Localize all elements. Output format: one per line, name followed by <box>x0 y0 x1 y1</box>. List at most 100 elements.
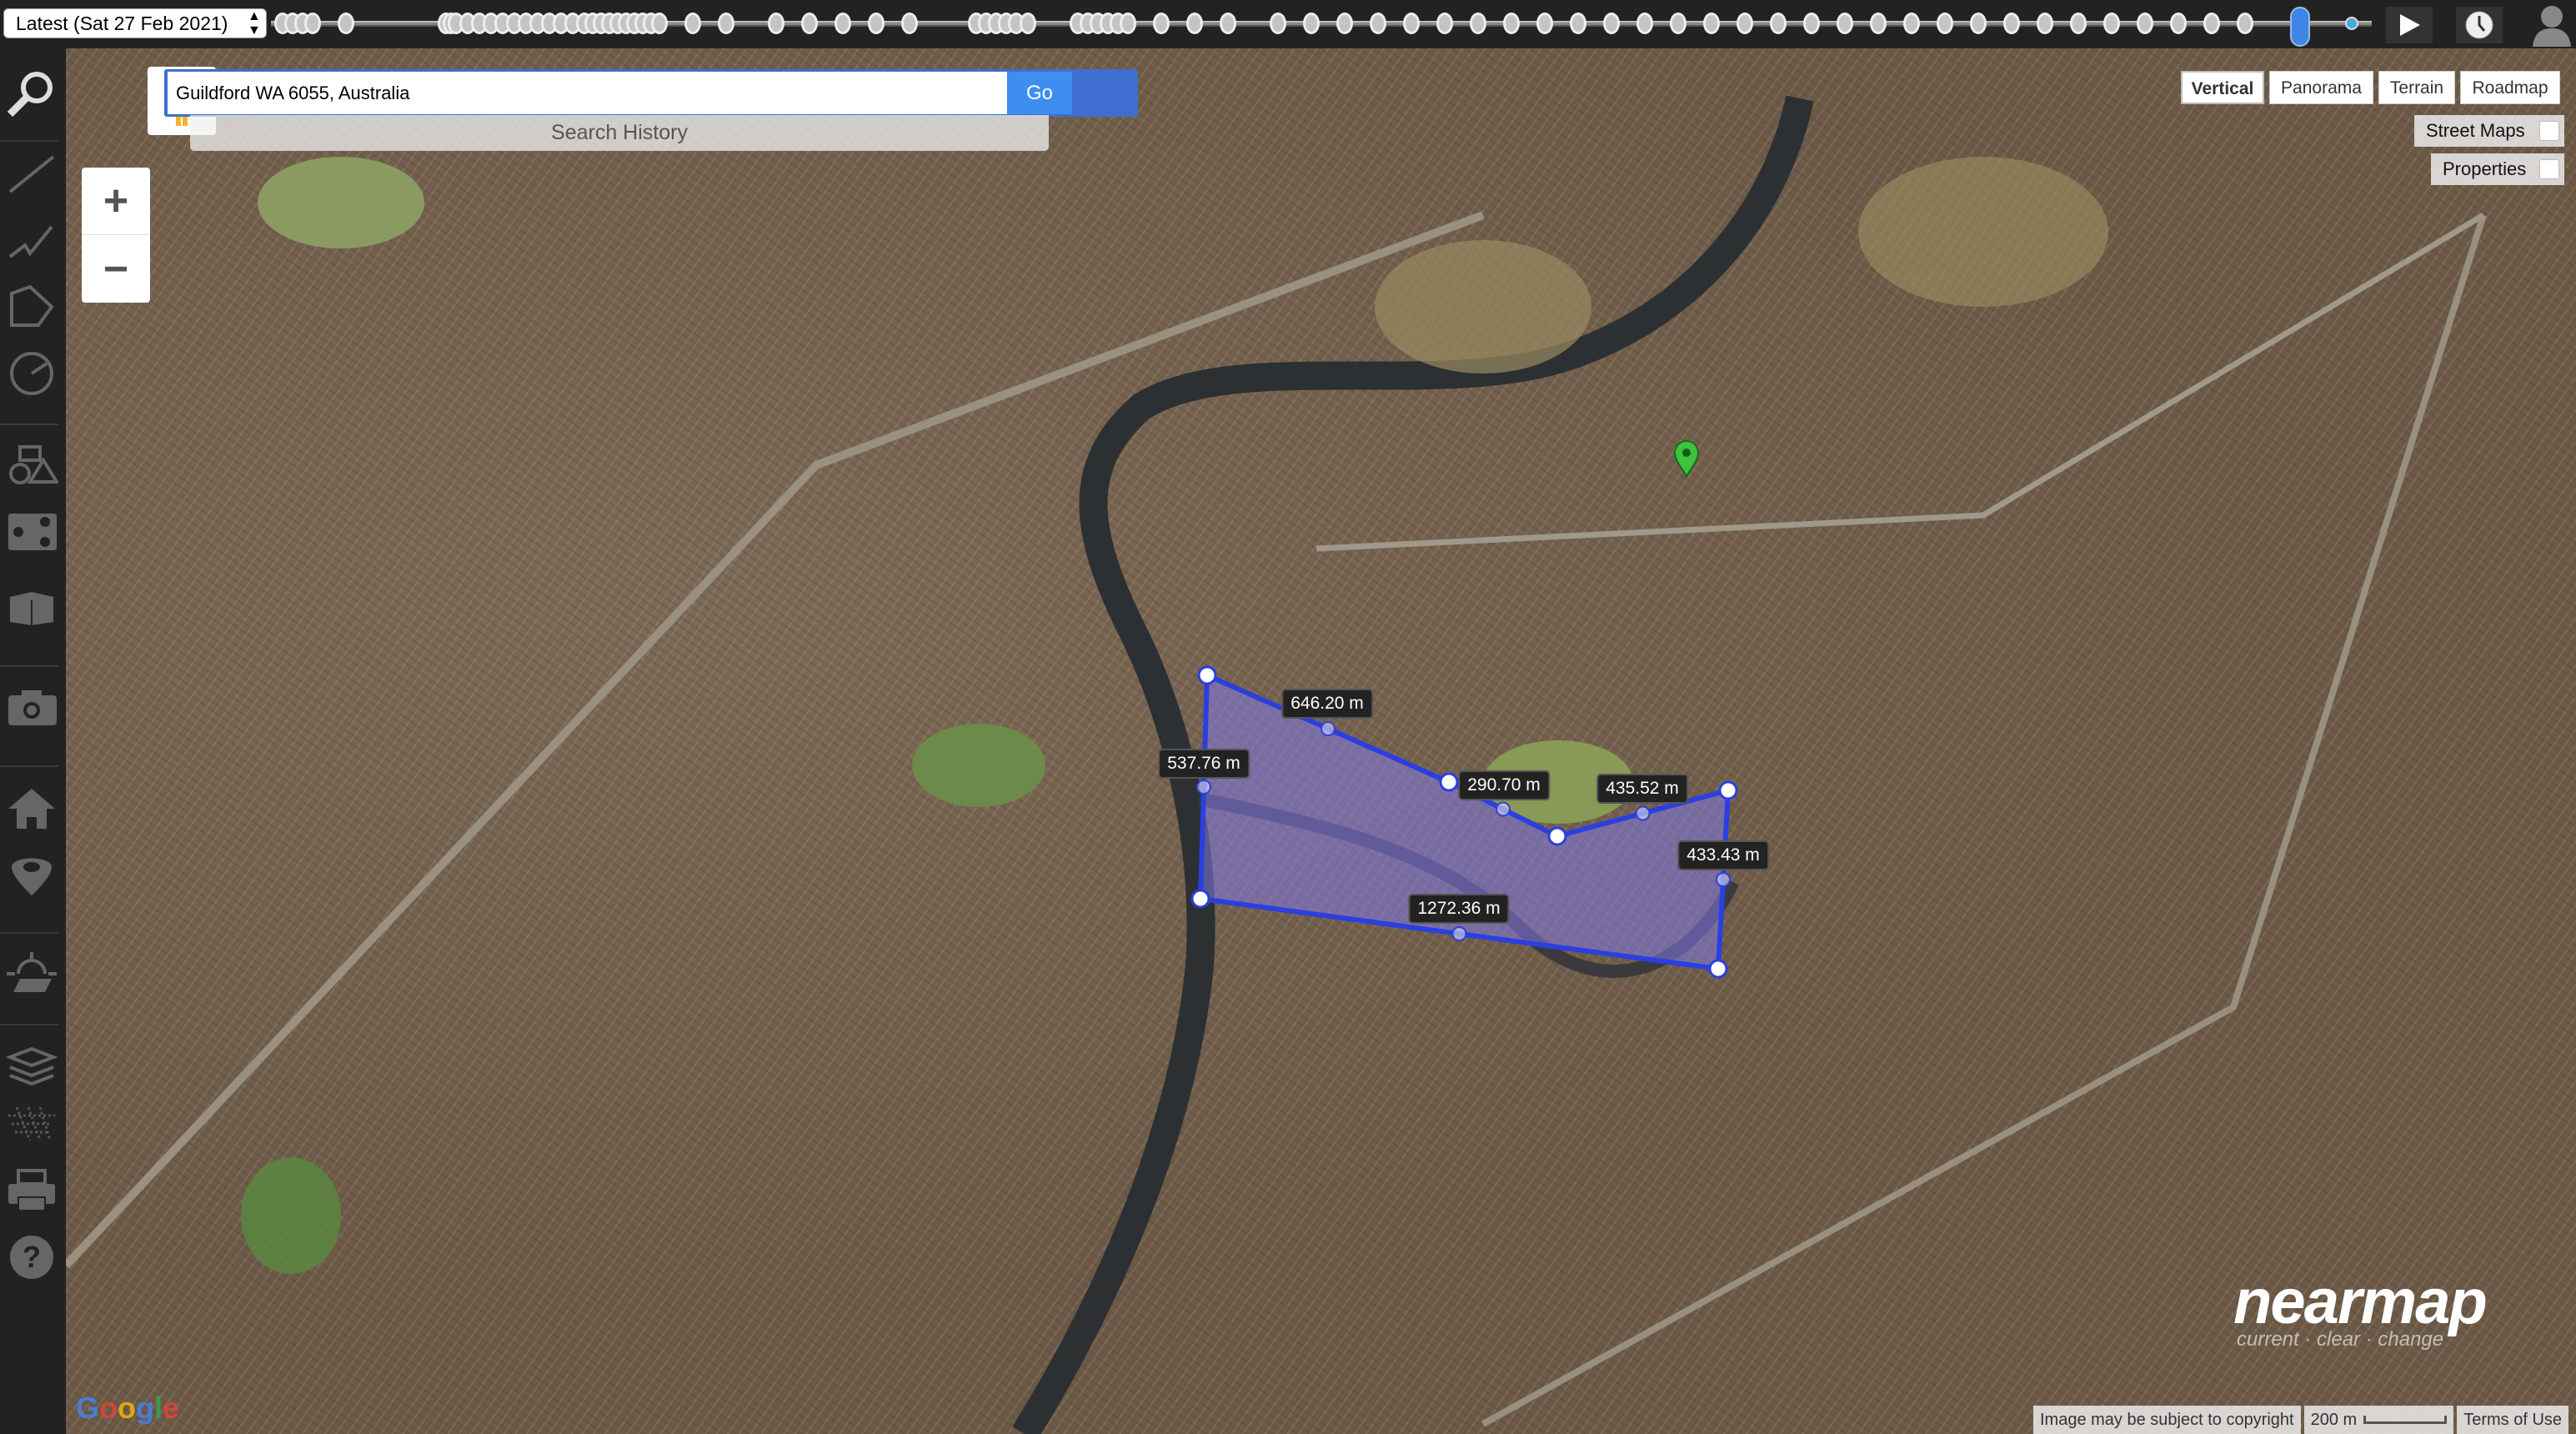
user-icon[interactable] <box>2529 3 2574 47</box>
tool-share[interactable] <box>5 507 58 557</box>
polygon-vertex-handle[interactable] <box>1439 772 1459 792</box>
zoom-in-button[interactable]: + <box>82 168 150 235</box>
timeline-capture-dot[interactable] <box>651 13 668 34</box>
tool-print[interactable] <box>5 1166 58 1216</box>
play-button[interactable] <box>2386 7 2433 43</box>
segment-midpoint-handle[interactable] <box>1496 801 1511 817</box>
timeline-capture-dot[interactable] <box>1303 13 1320 34</box>
timeline-capture-dot[interactable] <box>768 13 784 34</box>
timeline-capture-dot[interactable] <box>2203 13 2220 34</box>
segment-midpoint-handle[interactable] <box>1635 805 1651 821</box>
segment-midpoint-handle[interactable] <box>1196 780 1211 795</box>
timeline-capture-dot[interactable] <box>1603 13 1620 34</box>
timeline-capture-dot[interactable] <box>1403 13 1420 34</box>
tool-home[interactable] <box>5 782 58 832</box>
tool-3d-box[interactable] <box>5 582 58 632</box>
polygon-vertex-handle[interactable] <box>1197 665 1217 685</box>
timeline-capture-dot[interactable] <box>1970 13 1987 34</box>
polygon-vertex-handle[interactable] <box>1190 889 1210 909</box>
timeline-capture-dot[interactable] <box>1220 13 1236 34</box>
tool-grid[interactable] <box>5 1099 58 1149</box>
street-maps-checkbox[interactable] <box>2539 121 2559 141</box>
tool-search[interactable] <box>5 69 58 119</box>
street-maps-toggle[interactable]: Street Maps <box>2414 115 2564 147</box>
timeline-capture-dot[interactable] <box>1770 13 1787 34</box>
timeline-capture-dot[interactable] <box>1737 13 1753 34</box>
tool-radius[interactable] <box>5 348 58 399</box>
date-select[interactable]: Latest (Sat 27 Feb 2021) ▲ ▼ <box>3 8 267 38</box>
tool-polyline[interactable] <box>5 215 58 265</box>
maptype-roadmap[interactable]: Roadmap <box>2460 71 2560 104</box>
maptype-vertical[interactable]: Vertical <box>2181 71 2264 104</box>
timeline-capture-dot[interactable] <box>1186 13 1203 34</box>
segment-midpoint-handle[interactable] <box>1716 872 1731 887</box>
go-button[interactable]: Go <box>1007 72 1072 114</box>
timeline-capture-dot[interactable] <box>1703 13 1720 34</box>
maptype-panorama[interactable]: Panorama <box>2269 71 2373 104</box>
segment-midpoint-handle[interactable] <box>1451 926 1467 941</box>
measurement-polygon[interactable] <box>1197 671 1732 972</box>
tool-shapes[interactable] <box>5 440 58 490</box>
timeline-capture-dot[interactable] <box>2003 13 2020 34</box>
timeline-capture-dot[interactable] <box>2170 13 2187 34</box>
history-button[interactable] <box>2456 7 2503 43</box>
timeline-capture-dot[interactable] <box>1270 13 1286 34</box>
google-logo: Google <box>76 1391 180 1425</box>
timeline-capture-dot[interactable] <box>2237 13 2253 34</box>
properties-label: Properties <box>2443 158 2527 179</box>
terms-link[interactable]: Terms of Use <box>2457 1406 2569 1434</box>
timeline-capture-dot[interactable] <box>1636 13 1653 34</box>
timeline-handle[interactable] <box>2290 7 2310 47</box>
location-pin-icon[interactable] <box>1673 440 1700 479</box>
timeline-slider[interactable] <box>271 7 2372 47</box>
properties-checkbox[interactable] <box>2539 159 2559 179</box>
segment-midpoint-handle[interactable] <box>1321 721 1336 736</box>
timeline-capture-dot[interactable] <box>304 13 321 34</box>
select-arrows-icon: ▲ ▼ <box>248 9 261 38</box>
tool-line-measure[interactable] <box>5 148 58 198</box>
timeline-capture-dot[interactable] <box>834 13 851 34</box>
timeline-capture-dot[interactable] <box>2037 13 2053 34</box>
polygon-vertex-handle[interactable] <box>1547 826 1567 846</box>
timeline-capture-dot[interactable] <box>901 13 918 34</box>
timeline-capture-dot[interactable] <box>1536 13 1553 34</box>
timeline-capture-dot[interactable] <box>801 13 818 34</box>
timeline-capture-dot[interactable] <box>1470 13 1486 34</box>
tool-help[interactable]: ? <box>5 1232 58 1282</box>
search-input[interactable] <box>168 72 1007 114</box>
polygon-vertex-handle[interactable] <box>1708 959 1728 979</box>
tool-layers[interactable] <box>5 1040 58 1091</box>
timeline-capture-dot[interactable] <box>1153 13 1170 34</box>
zoom-out-button[interactable]: − <box>82 235 150 303</box>
timeline-capture-dot[interactable] <box>1803 13 1820 34</box>
properties-toggle[interactable]: Properties <box>2431 153 2564 185</box>
search-history-button[interactable]: Search History <box>190 115 1049 151</box>
timeline-capture-dot[interactable] <box>1937 13 1953 34</box>
timeline-end-marker[interactable] <box>2345 17 2358 30</box>
timeline-capture-dot[interactable] <box>1370 13 1386 34</box>
timeline-capture-dot[interactable] <box>2103 13 2120 34</box>
tool-location-pin[interactable] <box>5 849 58 899</box>
timeline-capture-dot[interactable] <box>1120 13 1136 34</box>
timeline-capture-dot[interactable] <box>338 13 354 34</box>
timeline-capture-dot[interactable] <box>1903 13 1920 34</box>
timeline-capture-dot[interactable] <box>1503 13 1520 34</box>
timeline-capture-dot[interactable] <box>718 13 734 34</box>
map-canvas[interactable]: 646.20 m 290.70 m 435.52 m 433.43 m 1272.36 … <box>66 48 2576 1434</box>
timeline-capture-dot[interactable] <box>684 13 701 34</box>
timeline-capture-dot[interactable] <box>1020 13 1036 34</box>
polygon-vertex-handle[interactable] <box>1718 780 1738 800</box>
timeline-capture-dot[interactable] <box>2070 13 2087 34</box>
timeline-capture-dot[interactable] <box>1670 13 1686 34</box>
timeline-capture-dot[interactable] <box>1336 13 1353 34</box>
timeline-capture-dot[interactable] <box>1870 13 1887 34</box>
timeline-capture-dot[interactable] <box>1570 13 1586 34</box>
timeline-capture-dot[interactable] <box>1837 13 1853 34</box>
maptype-terrain[interactable]: Terrain <box>2378 71 2455 104</box>
tool-polygon[interactable] <box>5 282 58 332</box>
tool-camera[interactable] <box>5 682 58 732</box>
timeline-capture-dot[interactable] <box>1436 13 1453 34</box>
timeline-capture-dot[interactable] <box>868 13 885 34</box>
tool-sun-solar[interactable] <box>5 949 58 999</box>
timeline-capture-dot[interactable] <box>2137 13 2153 34</box>
